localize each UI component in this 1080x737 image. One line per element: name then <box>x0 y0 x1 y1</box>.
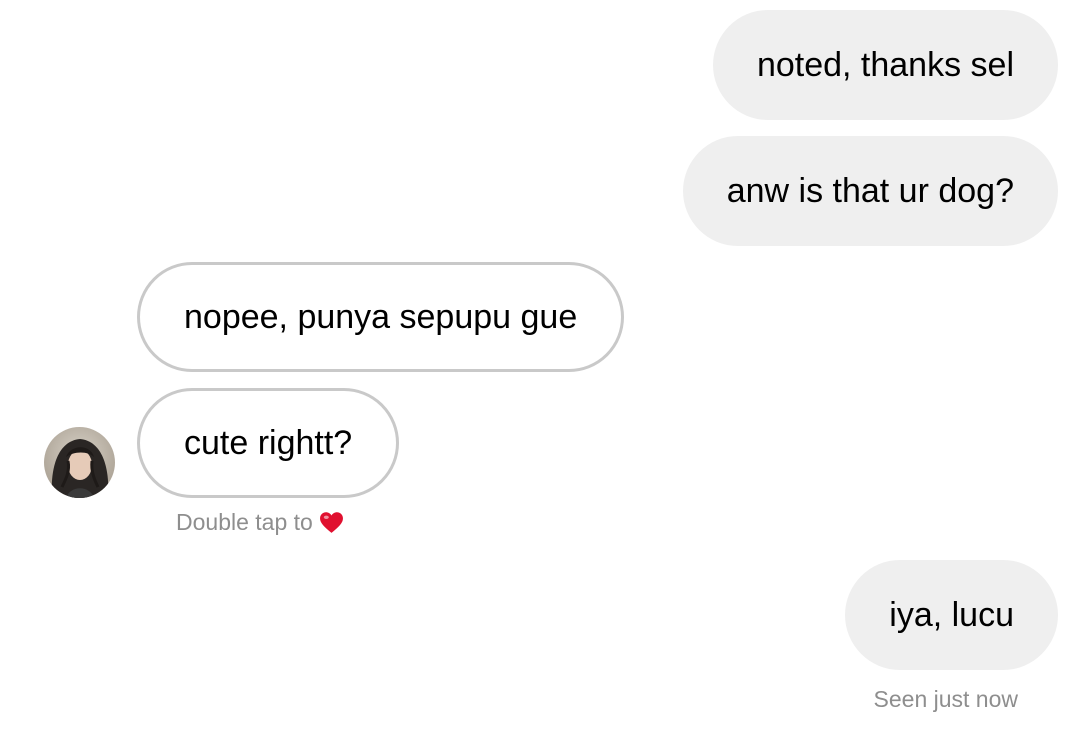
contact-avatar[interactable] <box>44 427 115 498</box>
avatar-photo-icon <box>44 427 115 498</box>
seen-status: Seen just now <box>873 686 1018 712</box>
double-tap-hint: Double tap to <box>176 509 344 540</box>
received-message-bubble[interactable]: cute rightt? <box>137 388 400 498</box>
sent-message-bubble[interactable]: anw is that ur dog? <box>682 136 1058 246</box>
received-message-bubble[interactable]: nopee, punya sepupu gue <box>137 262 625 372</box>
heart-icon <box>319 511 344 540</box>
sent-message-bubble[interactable]: iya, lucu <box>845 560 1058 670</box>
double-tap-label: Double tap to <box>176 509 313 535</box>
sent-message-bubble[interactable]: noted, thanks sel <box>712 10 1058 120</box>
